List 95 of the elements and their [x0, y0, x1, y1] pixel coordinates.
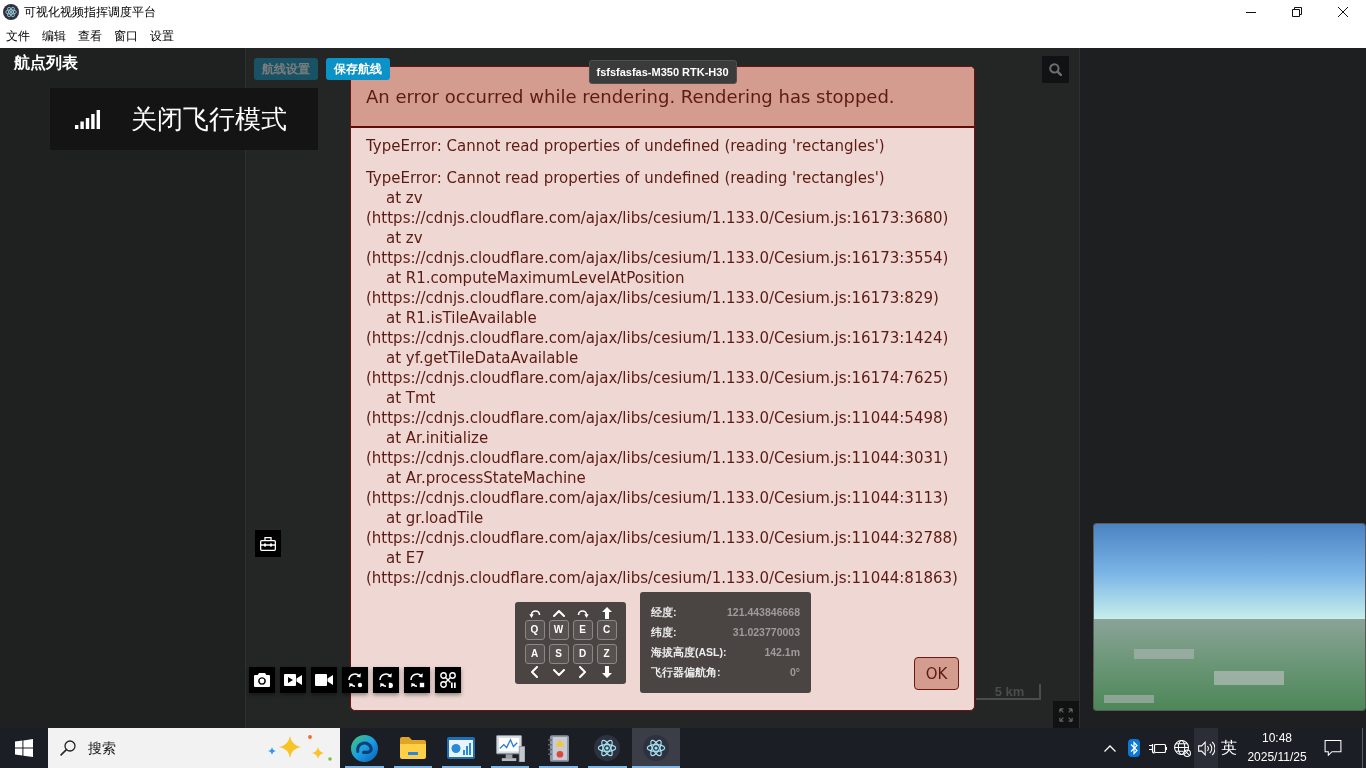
- chevron-up-icon[interactable]: [1104, 744, 1116, 752]
- close-icon: [1338, 7, 1348, 17]
- keyboard-key[interactable]: A: [524, 644, 545, 664]
- telemetry-label: 海拔高度(ASL):: [651, 645, 727, 661]
- keyboard-key[interactable]: Z: [596, 644, 617, 664]
- menu-item[interactable]: 窗口: [114, 30, 138, 42]
- video-play-icon: [284, 674, 302, 686]
- atom-icon: [3, 4, 19, 20]
- refresh-button[interactable]: [404, 667, 430, 693]
- drone-label: fsfsfasfas-M350 RTK-H30: [588, 60, 737, 84]
- toolbox-button[interactable]: [255, 530, 281, 557]
- error-message: TypeError: Cannot read properties of undefined (reading 'rectangles'): [366, 136, 886, 156]
- minimize-icon: [1246, 11, 1256, 13]
- panel-title: 航点列表: [14, 54, 78, 71]
- menu-item[interactable]: 文件: [6, 30, 30, 42]
- record-button[interactable]: [280, 667, 306, 693]
- telemetry-label: 经度:: [651, 605, 677, 621]
- stack-frame: at E7 (https://cdnjs.cloudflare.com/ajax/libs/cesium/1.133.0/Cesium.js:11044:81863): [366, 548, 959, 588]
- chevron-up-icon: [552, 609, 565, 617]
- taskbar-app[interactable]: [631, 728, 681, 768]
- refresh-icon: [347, 672, 363, 688]
- toast-text: 关闭飞行模式: [131, 106, 287, 132]
- restore-icon: [1292, 7, 1302, 17]
- telemetry-value: 31.023770003: [732, 625, 800, 641]
- monitor-chart-icon: [495, 734, 525, 762]
- chevron-right-icon: [579, 666, 586, 678]
- refresh-button[interactable]: [373, 667, 399, 693]
- drone-icon: [440, 672, 456, 688]
- menu-item[interactable]: 编辑: [42, 30, 66, 42]
- chevron-left-icon: [531, 666, 538, 678]
- ok-button[interactable]: OK: [914, 657, 959, 690]
- notebook-icon: [548, 734, 570, 762]
- bluetooth-icon[interactable]: [1128, 739, 1140, 757]
- plug-battery-icon[interactable]: [1149, 742, 1167, 754]
- stack-frame: at Ar.processStateMachine (https://cdnjs.cloudflare.com/ajax/libs/cesium/1.133.0/Cesium.js:11044:3113): [366, 468, 959, 508]
- search-icon: [60, 740, 76, 756]
- input-method-indicator[interactable]: 英: [1218, 728, 1240, 768]
- search-field[interactable]: 搜索: [48, 728, 340, 768]
- refresh-icon: [378, 672, 394, 688]
- arrow-down-icon: [601, 666, 612, 678]
- windows-icon: [15, 739, 33, 757]
- dialog-title: An error occurred while rendering. Rendering has stopped.: [366, 85, 895, 109]
- camera-icon: [254, 673, 270, 687]
- clock[interactable]: 10:48 2025/11/25: [1240, 728, 1314, 768]
- toolbox-icon: [260, 536, 276, 551]
- fullscreen-icon: [1059, 707, 1073, 722]
- speaker-icon: [1197, 740, 1215, 756]
- menu-item[interactable]: 设置: [150, 30, 174, 42]
- drone-button[interactable]: [435, 667, 461, 693]
- refresh-icon: [409, 672, 425, 688]
- video-button[interactable]: [311, 667, 337, 693]
- refresh-button[interactable]: [342, 667, 368, 693]
- globe-icon[interactable]: [1173, 739, 1191, 757]
- stack-frame: at R1.computeMaximumLevelAtPosition (https://cdnjs.cloudflare.com/ajax/libs/cesium/1.133.0/Cesium.js:16173:829): [366, 268, 959, 308]
- stack-trace-title: TypeError: Cannot read properties of undefined (reading 'rectangles'): [366, 168, 886, 188]
- chevron-down-icon: [552, 668, 565, 676]
- stack-frame: at R1.isTileAvailable (https://cdnjs.cloudflare.com/ajax/libs/cesium/1.133.0/Cesium.js:16173:1424): [366, 308, 959, 348]
- telemetry-value: 142.1m: [764, 645, 800, 661]
- telemetry-label: 纬度:: [651, 625, 677, 641]
- stack-frame: at zv (https://cdnjs.cloudflare.com/ajax/libs/cesium/1.133.0/Cesium.js:16173:3680): [366, 188, 959, 228]
- search-button[interactable]: [1042, 56, 1069, 83]
- clock-time: 10:48: [1262, 730, 1292, 747]
- rotate-left-icon: [528, 608, 541, 618]
- atom-icon: [594, 735, 621, 761]
- window-title: 可视化视频指挥调度平台: [24, 6, 156, 18]
- stack-frame: at gr.loadTile (https://cdnjs.cloudflare.com/ajax/libs/cesium/1.133.0/Cesium.js:11044:32788): [366, 508, 959, 548]
- stack-frame: at zv (https://cdnjs.cloudflare.com/ajax/libs/cesium/1.133.0/Cesium.js:16173:3554): [366, 228, 959, 268]
- search-icon: [1049, 63, 1062, 76]
- signal-bars-icon: [75, 109, 100, 129]
- keyboard-key[interactable]: Q: [524, 620, 545, 640]
- keyboard-key[interactable]: C: [596, 620, 617, 640]
- camera-button[interactable]: [249, 667, 275, 693]
- sparkle-icon: [268, 734, 332, 762]
- telemetry-value: 0°: [789, 665, 800, 681]
- menu-item[interactable]: 查看: [78, 30, 102, 42]
- video-camera-icon: [315, 674, 333, 686]
- swirl-icon: [350, 734, 378, 762]
- folder-icon: [399, 737, 426, 759]
- keyboard-key[interactable]: S: [548, 644, 569, 664]
- arrow-up-icon: [601, 607, 612, 619]
- stack-frame: at Tmt (https://cdnjs.cloudflare.com/ajax/libs/cesium/1.133.0/Cesium.js:11044:5498): [366, 388, 959, 428]
- telemetry-label: 飞行器偏航角:: [651, 665, 721, 681]
- keyboard-key[interactable]: D: [572, 644, 593, 664]
- fullscreen-button[interactable]: [1053, 701, 1079, 728]
- keyboard-key[interactable]: E: [572, 620, 593, 640]
- notification-icon[interactable]: [1324, 740, 1342, 756]
- window-chart-icon: [447, 737, 476, 759]
- rotate-right-icon: [576, 608, 589, 618]
- atom-icon: [642, 735, 669, 761]
- volume-button[interactable]: [1194, 728, 1218, 768]
- keyboard-key[interactable]: W: [548, 620, 569, 640]
- stack-frame: at Ar.initialize (https://cdnjs.cloudflare.com/ajax/libs/cesium/1.133.0/Cesium.js:11044:3031): [366, 428, 959, 468]
- telemetry-value: 121.443846668: [727, 605, 800, 621]
- clock-date: 2025/11/25: [1247, 749, 1307, 766]
- stack-frame: at yf.getTileDataAvailable (https://cdnjs.cloudflare.com/ajax/libs/cesium/1.133.0/Cesium.js:16174:7625): [366, 348, 959, 388]
